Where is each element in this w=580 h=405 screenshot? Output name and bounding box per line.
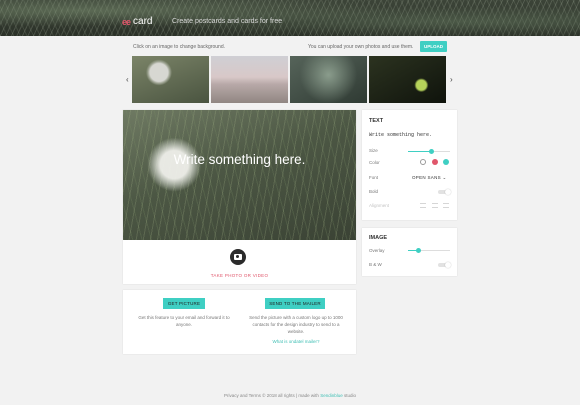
bold-label: Bold — [369, 189, 379, 194]
bold-toggle[interactable] — [438, 189, 451, 195]
thumbnail-dandelion[interactable] — [132, 56, 209, 103]
text-panel-title: TEXT — [369, 118, 384, 124]
card-background-image: Write something here. — [123, 110, 356, 240]
send-mailer-button[interactable]: SEND TO THE MAILER — [265, 298, 325, 309]
actions-panel: GET PICTURE SEND TO THE MAILER Get this … — [123, 290, 356, 354]
tagline: Create postcards and cards for free — [172, 18, 283, 25]
image-panel: IMAGE Overlay B & W — [362, 228, 457, 276]
font-label: Font — [369, 175, 379, 180]
font-select-value: OPEN SANS — [412, 175, 441, 180]
thumbnail-lake[interactable] — [211, 56, 288, 103]
get-picture-description: Get this feature to your email and forwa… — [138, 315, 230, 327]
color-label: Color — [369, 160, 380, 165]
color-swatch-white[interactable] — [420, 159, 426, 165]
thumbnail-forest[interactable] — [290, 56, 367, 103]
thumbnail-plant[interactable] — [369, 56, 446, 103]
align-left-icon[interactable] — [420, 203, 426, 208]
alignment-label: Alignment — [369, 203, 390, 208]
chevron-down-icon: ⌄ — [442, 175, 447, 180]
text-panel: TEXT Write something here. Size Color Fo… — [362, 110, 457, 220]
thumbnail-strip — [132, 56, 446, 103]
take-photo-link[interactable]: TAKE PHOTO OR VIDEO — [123, 273, 356, 278]
bw-label: B & W — [369, 262, 382, 267]
chevron-left-icon[interactable]: ‹ — [126, 75, 129, 84]
learn-more-link[interactable]: What is ondatel mailer? — [245, 339, 347, 344]
logo-mark: ee — [122, 16, 131, 27]
color-swatch-teal[interactable] — [443, 159, 449, 165]
footer-brand-link[interactable]: Sendinblue — [320, 393, 343, 398]
get-picture-button[interactable]: GET PICTURE — [163, 298, 205, 309]
size-slider-fill — [408, 151, 432, 152]
footer-copyright: © 2018 all rights | made with — [262, 393, 319, 398]
color-swatch-pink[interactable] — [432, 159, 438, 165]
upload-button[interactable]: UPLOAD — [420, 41, 447, 52]
logo-text: card — [133, 16, 153, 27]
overlay-label: Overlay — [369, 248, 385, 253]
card-message[interactable]: Write something here. — [123, 152, 356, 167]
align-right-icon[interactable] — [443, 203, 449, 208]
overlay-slider-knob[interactable] — [416, 248, 421, 253]
send-mailer-description: Send the picture with a custom logo up t… — [249, 315, 343, 334]
footer-suffix: studio — [344, 393, 357, 398]
logo[interactable]: ee card — [122, 16, 152, 27]
bw-toggle[interactable] — [438, 262, 451, 268]
size-label: Size — [369, 148, 378, 153]
text-input[interactable]: Write something here. — [369, 132, 453, 138]
header: ee card Create postcards and cards for f… — [0, 0, 580, 36]
privacy-link[interactable]: Privacy and Terms — [224, 393, 261, 398]
align-center-icon[interactable] — [432, 203, 438, 208]
size-slider-knob[interactable] — [428, 149, 434, 154]
upload-prompt: You can upload your own photos and use t… — [308, 44, 414, 50]
camera-icon[interactable] — [230, 249, 246, 265]
image-panel-title: IMAGE — [369, 235, 388, 241]
chevron-right-icon[interactable]: › — [450, 75, 453, 84]
footer: Privacy and Terms © 2018 all rights | ma… — [0, 393, 580, 398]
picker-instruction: Click on an image to change background. — [133, 44, 226, 50]
font-select[interactable]: OPEN SANS ⌄ — [412, 175, 447, 181]
